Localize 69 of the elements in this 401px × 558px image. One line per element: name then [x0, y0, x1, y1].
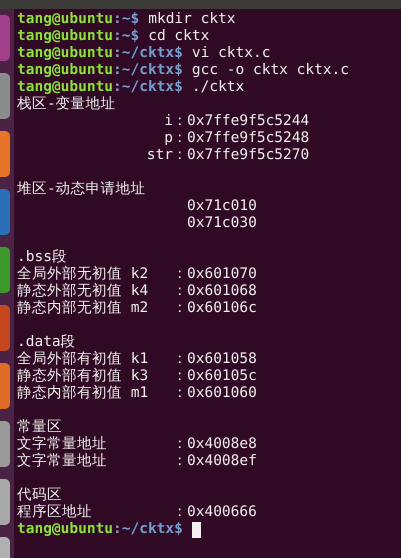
variable-label: 文字常量地址 — [17, 453, 107, 470]
prompt-user: tang@ubuntu — [17, 45, 114, 62]
prompt-user: tang@ubuntu — [17, 521, 114, 538]
section-heading: 常量区 — [17, 419, 62, 436]
address-value: 0x71c010 — [187, 198, 257, 215]
variable-label: 静态内部有初值 m1 — [17, 385, 148, 402]
colon-text: ： — [172, 436, 188, 453]
app-icon[interactable] — [0, 189, 10, 235]
prompt-user: tang@ubuntu — [17, 11, 114, 28]
variable-label: 程序区地址 — [17, 504, 92, 521]
address-value: 0x601070 — [187, 266, 257, 283]
address-value: 0x601060 — [187, 385, 257, 402]
app-icon[interactable] — [0, 421, 10, 467]
colon-text: ： — [172, 504, 188, 521]
address-value: 0x7ffe9f5c5270 — [187, 147, 310, 164]
address-value: 0x400666 — [187, 504, 257, 521]
command-text: ./cktx — [192, 79, 244, 96]
address-value: 0x60105c — [187, 368, 257, 385]
variable-label: 静态外部有初值 k3 — [17, 368, 148, 384]
colon-text: ： — [172, 385, 188, 402]
section-heading: 代码区 — [17, 487, 62, 504]
prompt-user: tang@ubuntu — [17, 79, 114, 96]
variable-label: 文字常量地址 — [17, 436, 107, 452]
variable-label: 静态外部无初值 k4 — [17, 283, 148, 300]
command-text: cd cktx — [148, 28, 210, 45]
section-heading: .bss段 — [17, 249, 67, 266]
variable-label: 全局外部无初值 k2 — [17, 266, 148, 282]
colon-text: ： — [172, 300, 188, 317]
command-text: vi cktx.c — [192, 45, 270, 62]
variable-label: 静态内部无初值 m2 — [17, 300, 148, 317]
prompt-path: :~/cktx$ — [113, 521, 183, 538]
section-heading: .data段 — [17, 334, 76, 350]
variable-label: 全局外部有初值 k1 — [17, 351, 148, 368]
colon-text: ： — [172, 368, 188, 385]
app-icon[interactable] — [0, 305, 10, 351]
section-heading: 堆区-动态申请地址 — [17, 181, 146, 198]
address-value: 0x7ffe9f5c5248 — [187, 130, 310, 147]
prompt-path: :~$ — [113, 28, 140, 45]
app-icon[interactable] — [0, 363, 10, 409]
address-value: 0x7ffe9f5c5244 — [187, 113, 310, 130]
address-value: 0x4008e8 — [187, 436, 257, 453]
colon-text: ： — [172, 453, 188, 470]
app-icon[interactable] — [0, 73, 10, 119]
address-value: 0x60106c — [187, 300, 257, 317]
prompt-path: :~/cktx$ — [113, 79, 183, 96]
colon-text: ： — [172, 113, 188, 130]
address-value: 0x601058 — [187, 351, 257, 368]
address-value: 0x601068 — [187, 283, 257, 300]
command-text: gcc -o cktx cktx.c — [192, 62, 350, 79]
colon-text: ： — [172, 147, 188, 164]
prompt-path: :~$ — [113, 11, 140, 28]
variable-label: str — [146, 147, 173, 164]
app-icon[interactable] — [0, 247, 10, 293]
command-text: mkdir cktx — [148, 11, 236, 28]
prompt-user: tang@ubuntu — [17, 28, 114, 45]
section-heading: 栈区-变量地址 — [17, 96, 116, 113]
variable-label: i — [164, 113, 173, 130]
colon-text: ： — [172, 283, 188, 300]
variable-label: p — [164, 130, 173, 147]
prompt-path: :~/cktx$ — [113, 45, 183, 62]
app-icon[interactable] — [0, 479, 10, 525]
prompt-path: :~/cktx$ — [113, 62, 183, 79]
colon-text: ： — [172, 130, 188, 147]
address-value: 0x71c030 — [187, 215, 257, 232]
prompt-user: tang@ubuntu — [17, 62, 114, 79]
address-value: 0x4008ef — [187, 453, 257, 470]
colon-text: ： — [172, 266, 188, 283]
colon-text: ： — [172, 351, 188, 368]
app-icon[interactable] — [0, 131, 10, 177]
